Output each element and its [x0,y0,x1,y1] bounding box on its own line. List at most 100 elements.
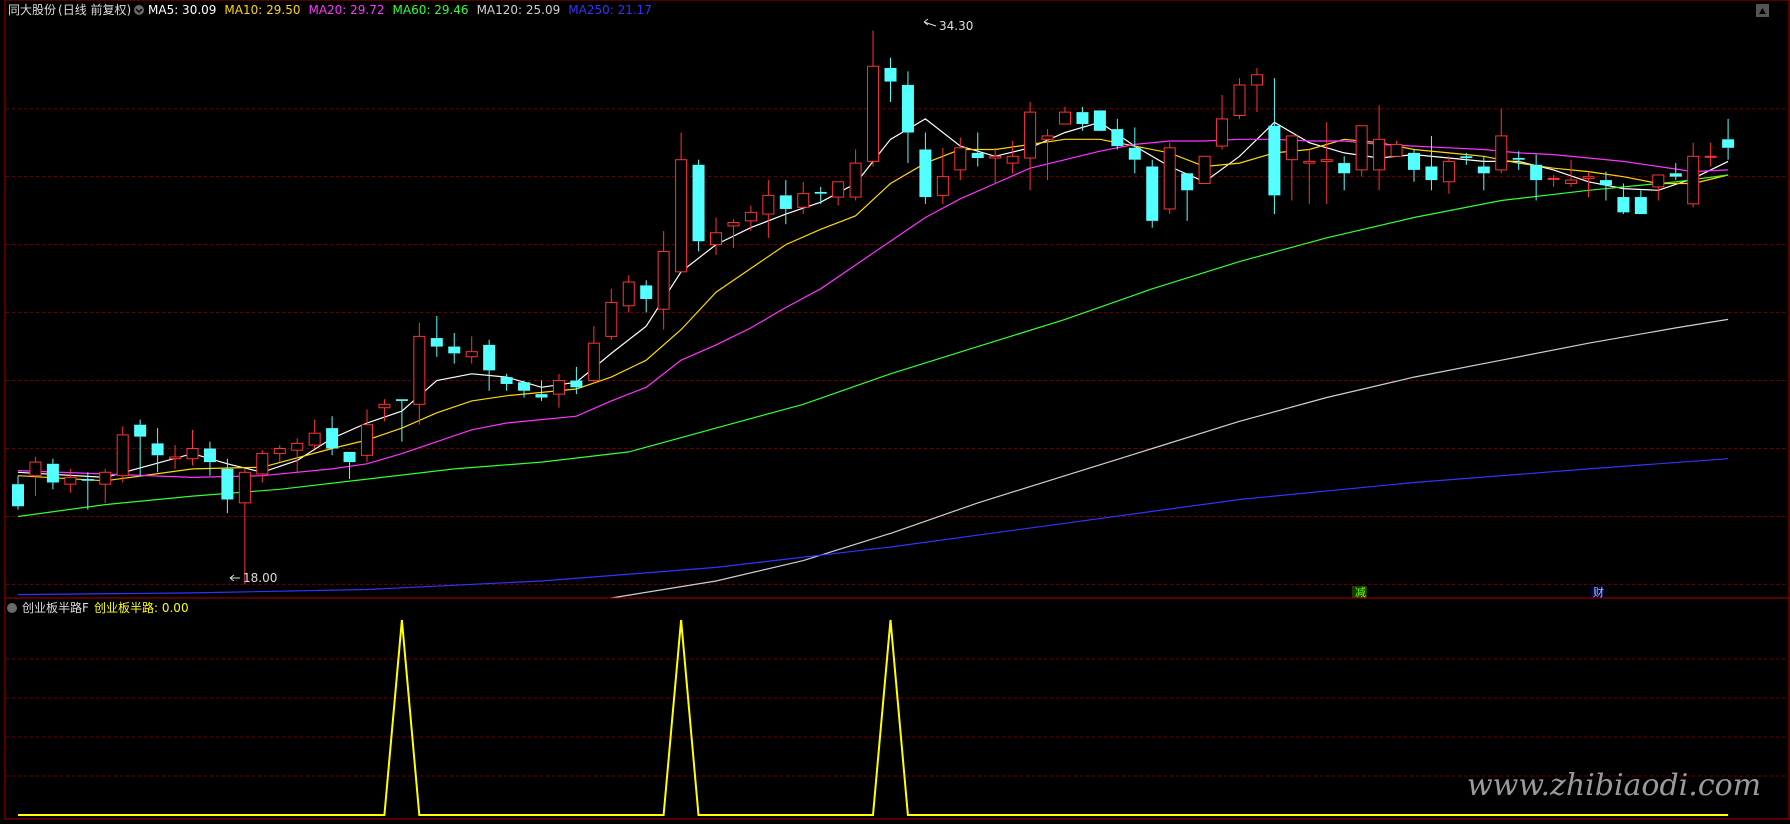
indicator-legend: 创业板半路F 创业板半路: 0.00 [7,600,189,615]
candle-body-up [1198,155,1211,184]
candle[interactable] [1355,125,1368,177]
candle-body-up [1320,159,1333,162]
candle-body-down [1669,173,1682,177]
candle[interactable] [1093,110,1106,131]
candle-body-up [1390,143,1403,157]
indicator-value: 创业板半路: 0.00 [94,600,189,615]
candle[interactable] [1163,142,1176,215]
candle-body-up [622,281,635,307]
candle-body-up [849,162,862,198]
candle-body-up [99,471,112,485]
ma-legend: MA5: 30.09 MA10: 29.50 MA20: 29.72 MA60: 29… [148,3,652,17]
stock-title: 同大股份 (日线 前复权) [8,2,131,17]
candle-body-up [273,448,286,455]
candle-body-up [657,250,670,310]
candle-body-up [1442,160,1455,183]
candle-body-down [1425,166,1438,181]
ma-legend-item: MA60: 29.46 [393,3,469,17]
candle-body-down [1617,197,1630,213]
low-marker: 18.00 [243,571,277,585]
stock-chart[interactable]: 34.30 18.00 减 财 同大股份 (日线 前复权) MA5: 30.09 M… [0,0,1790,820]
candle[interactable] [1198,155,1211,184]
candle-body-down [1512,157,1525,160]
candle-body-down [1634,197,1647,215]
candle-body-up [116,434,129,477]
candle-body-down [570,380,583,388]
candle-body-up [1547,177,1560,180]
candle-body-down [692,164,705,242]
candle-body-up [1355,125,1368,171]
candle-body-down [448,346,461,354]
candle-body-down [81,479,94,481]
candle-body-up [1059,111,1071,125]
candle-body-down [1599,180,1612,186]
candle[interactable] [692,159,705,252]
candle-body-up [465,351,478,358]
candle-body-down [134,424,147,437]
indicator-settings-icon[interactable] [7,603,17,613]
candle-body-up [169,456,182,460]
candle-body-up [1041,135,1054,140]
candle-body-down [46,463,59,483]
candle-body-down [151,443,164,456]
background [0,0,1790,820]
candle-body-down [535,394,548,398]
candle-body-down [518,382,531,391]
candle-body-up [1250,74,1263,86]
candle-body-down [430,338,443,347]
candle-body-up [989,155,1002,159]
candle[interactable] [1146,159,1159,228]
candle-body-down [326,428,339,449]
candle-body-up [954,147,967,171]
candle-body-up [1582,176,1595,179]
candle-body-down [1181,173,1194,191]
candle-body-down [971,152,984,158]
candle-body-up [605,301,618,337]
indicator-name: 创业板半路F [22,600,89,615]
candle-body-down [1076,112,1089,125]
candle-body-down [884,67,897,82]
candle-body-down [395,399,408,401]
candle-body-up [1216,118,1229,147]
event-marker-2[interactable]: 财 [1593,585,1604,599]
candle-body-down [12,484,24,507]
candle-body-up [1233,84,1246,117]
candle-body-up [936,176,949,196]
candle-body-up [29,461,42,477]
candle-body-up [64,476,77,485]
candle-body-up [361,424,373,456]
candle-body-down [1408,152,1420,170]
candle-body-up [238,471,251,504]
candle-body-up [256,453,269,475]
candle-body-down [814,191,827,194]
high-marker: 34.30 [939,19,973,33]
candle-body-up [675,159,688,273]
candle-body-down [901,84,914,133]
candle[interactable] [116,426,129,483]
event-marker-1[interactable]: 减 [1355,586,1366,599]
candle-body-up [378,403,391,409]
candle-body-down [483,344,496,371]
candle-body-down [1111,129,1124,147]
chart-canvas[interactable]: 34.30 18.00 减 财 同大股份 (日线 前复权) MA5: 30.09 M… [0,0,1790,820]
candle-body-up [1303,160,1316,164]
candle-body-up [552,380,565,395]
candle-body-up [727,222,740,227]
candle-body-up [1373,138,1386,171]
candle-body-down [221,468,234,500]
candle-body-down [1530,164,1543,181]
candle-body-down [1477,166,1490,174]
candle-body-down [1128,147,1141,160]
candle-body-down [640,285,653,299]
candle-body-up [1024,111,1037,159]
candle-body-up [186,448,199,460]
candle-body-up [762,194,775,215]
candle-body-down [1460,156,1473,158]
candle-body-down [343,451,356,463]
settings-icon[interactable] [134,5,144,15]
candle-body-up [1006,155,1019,164]
candle-body-down [1268,125,1281,196]
candle-body-up [832,181,845,198]
candle-body-up [1652,174,1665,188]
candle-body-down [1093,110,1106,131]
